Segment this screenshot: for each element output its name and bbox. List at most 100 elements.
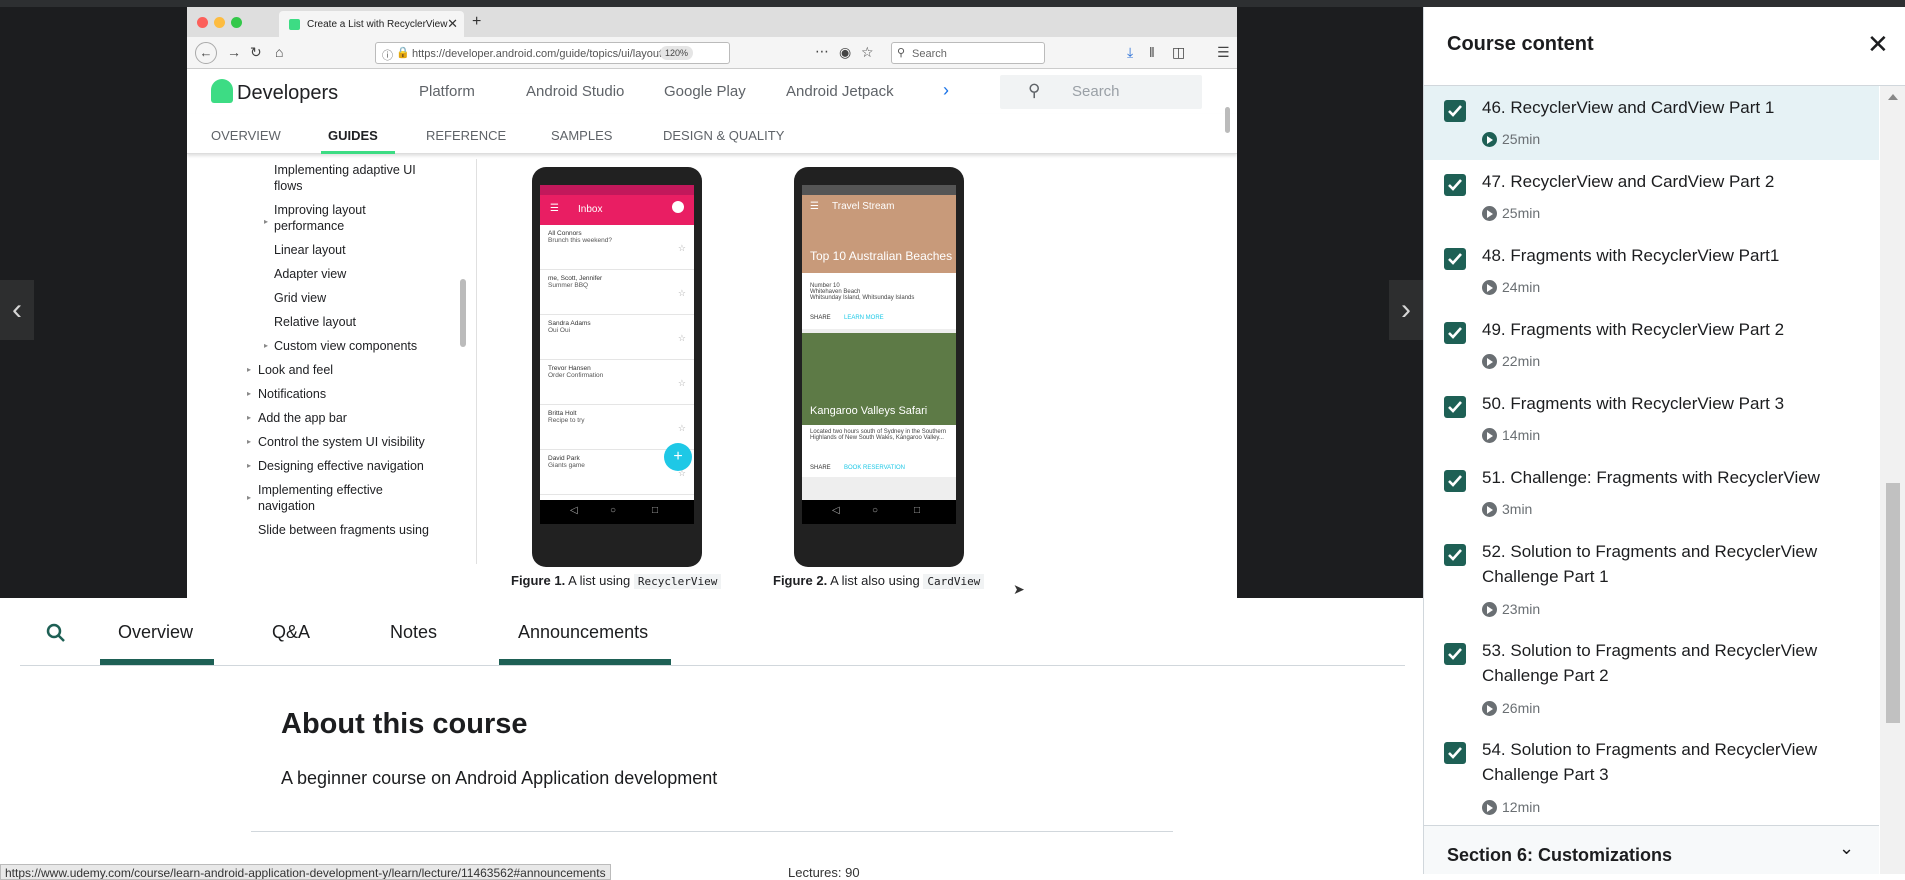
figure-2-label: Figure 2. bbox=[773, 573, 828, 588]
android-favicon-icon bbox=[289, 19, 300, 30]
inbox-sender: All Connors bbox=[548, 230, 582, 237]
dev-tab-guides: GUIDES bbox=[328, 128, 378, 143]
lesson-duration-text: 25min bbox=[1502, 131, 1541, 147]
library-icon: ‖ bbox=[1149, 44, 1155, 60]
dev-search-placeholder: Search bbox=[1072, 83, 1120, 100]
dev-side-item: Improving layout performance bbox=[274, 203, 366, 233]
url-bar: ⓘ 🔒 https://developer.android.com/guide/… bbox=[375, 42, 730, 64]
dev-tab-active-underline bbox=[321, 151, 395, 154]
browser-toolbar: ← → ↻ ⌂ ⓘ 🔒 https://developer.android.co… bbox=[187, 37, 1237, 69]
pocket-icon: ◉ bbox=[839, 44, 852, 60]
lesson-item[interactable]: 47. RecyclerView and CardView Part 2 25mi… bbox=[1424, 160, 1879, 234]
completed-checkbox[interactable] bbox=[1444, 470, 1466, 492]
inbox-sender: me, Scott, Jennifer bbox=[548, 275, 603, 282]
completed-checkbox[interactable] bbox=[1444, 174, 1466, 196]
expand-caret-icon: ▸ bbox=[247, 461, 252, 470]
lesson-duration: 22min bbox=[1482, 353, 1540, 369]
completed-checkbox[interactable] bbox=[1444, 248, 1466, 270]
expand-caret-icon: ▸ bbox=[247, 365, 252, 374]
completed-checkbox[interactable] bbox=[1444, 100, 1466, 122]
tab-overview[interactable]: Overview bbox=[118, 622, 193, 643]
about-title: About this course bbox=[281, 708, 528, 740]
lesson-title: 51. Challenge: Fragments with RecyclerVi… bbox=[1482, 468, 1820, 487]
top-strip bbox=[0, 0, 1905, 7]
inbox-subject: Recipe to try bbox=[548, 417, 585, 424]
inbox-row: Britta Holt Recipe to try ☆ bbox=[540, 405, 694, 450]
inbox-subject: Order Confirmation bbox=[548, 372, 604, 379]
search-icon[interactable] bbox=[46, 623, 66, 648]
forward-icon: → bbox=[227, 44, 241, 60]
zoom-badge: 120% bbox=[660, 46, 694, 60]
completed-checkbox[interactable] bbox=[1444, 742, 1466, 764]
lesson-duration: 25min bbox=[1482, 131, 1540, 147]
previous-lecture-button[interactable]: ‹ bbox=[0, 280, 34, 340]
tab-qa[interactable]: Q&A bbox=[272, 622, 310, 643]
star-icon: ☆ bbox=[677, 378, 686, 388]
expand-caret-icon: ▸ bbox=[247, 493, 252, 502]
lesson-item[interactable]: 53. Solution to Fragments and RecyclerVi… bbox=[1424, 629, 1879, 728]
dev-tab-reference: REFERENCE bbox=[426, 128, 507, 143]
nav-recents-icon: □ bbox=[914, 505, 921, 516]
dev-side-item: Designing effective navigation bbox=[258, 459, 424, 473]
close-window-dot bbox=[197, 17, 208, 28]
nav-recents-icon: □ bbox=[652, 505, 659, 516]
scrollbar-thumb[interactable] bbox=[1886, 483, 1900, 723]
card1-share-action: SHARE bbox=[810, 315, 831, 321]
section-header[interactable]: Section 6: Customizations ⌄ bbox=[1424, 825, 1879, 874]
browser-tab-strip: Create a List with RecyclerView ✕ + bbox=[187, 7, 1237, 37]
dev-nav-android-jetpack: Android Jetpack bbox=[786, 83, 894, 100]
course-tabs: Overview Q&A Notes Announcements bbox=[20, 598, 1405, 666]
completed-checkbox[interactable] bbox=[1444, 396, 1466, 418]
video-player[interactable]: ‹ › Create a List with RecyclerView ✕ + … bbox=[0, 7, 1423, 598]
lesson-item[interactable]: 46. RecyclerView and CardView Part 1 25mi… bbox=[1424, 86, 1879, 160]
close-icon[interactable]: ✕ bbox=[1867, 31, 1889, 57]
tab-announcements[interactable]: Announcements bbox=[518, 622, 648, 643]
dev-nav-google-play: Google Play bbox=[664, 83, 746, 100]
lesson-item[interactable]: 49. Fragments with RecyclerView Part 2 22… bbox=[1424, 308, 1879, 382]
lesson-duration-text: 22min bbox=[1502, 353, 1541, 369]
lesson-duration-text: 25min bbox=[1502, 205, 1541, 221]
dev-side-item: Adapter view bbox=[274, 267, 347, 281]
lesson-item[interactable]: 48. Fragments with RecyclerView Part1 24m… bbox=[1424, 234, 1879, 308]
info-icon: ⓘ bbox=[382, 50, 393, 62]
status-bar-url: https://www.udemy.com/course/learn-andro… bbox=[0, 864, 611, 880]
travel-card-1-body: Number 10 Whitehaven Beach Whitsunday Is… bbox=[802, 273, 956, 329]
travel-screen: Travel Stream ☰ Top 10 Australian Beache… bbox=[802, 185, 956, 500]
back-icon: ← bbox=[195, 42, 217, 64]
star-icon: ☆ bbox=[677, 333, 686, 343]
star-icon: ☆ bbox=[677, 243, 686, 253]
travel-card-1-image: Travel Stream ☰ Top 10 Australian Beache… bbox=[802, 195, 956, 273]
hamburger-menu-icon: ☰ bbox=[1217, 44, 1230, 60]
lesson-title: 53. Solution to Fragments and RecyclerVi… bbox=[1482, 641, 1818, 685]
dev-side-item: Grid view bbox=[274, 291, 327, 305]
completed-checkbox[interactable] bbox=[1444, 322, 1466, 344]
dev-page-scrollbar bbox=[1225, 107, 1230, 133]
inbox-sender: Sandra Adams bbox=[548, 320, 591, 327]
lesson-item[interactable]: 52. Solution to Fragments and RecyclerVi… bbox=[1424, 530, 1879, 629]
dev-tab-design-quality: DESIGN & QUALITY bbox=[663, 128, 785, 143]
dev-side-item: Notifications bbox=[258, 387, 327, 401]
completed-checkbox[interactable] bbox=[1444, 643, 1466, 665]
figure-1-label: Figure 1. bbox=[511, 573, 566, 588]
lesson-duration: 26min bbox=[1482, 700, 1540, 716]
inbox-row: Trevor Hansen Order Confirmation ☆ bbox=[540, 360, 694, 405]
figure-1-caption: Figure 1. A list using RecyclerView bbox=[511, 573, 722, 589]
dev-side-item: Implementing effective navigation bbox=[258, 483, 383, 513]
lesson-item[interactable]: 50. Fragments with RecyclerView Part 3 14… bbox=[1424, 382, 1879, 456]
next-lecture-button[interactable]: › bbox=[1389, 280, 1423, 340]
tab-notes[interactable]: Notes bbox=[390, 622, 437, 643]
figure-2-code: CardView bbox=[923, 574, 985, 589]
panel-scrollbar[interactable] bbox=[1880, 86, 1905, 874]
lesson-item[interactable]: 51. Challenge: Fragments with RecyclerVi… bbox=[1424, 456, 1879, 530]
dev-search-box: ⚲ Search bbox=[1000, 75, 1202, 109]
minimize-window-dot bbox=[214, 17, 225, 28]
play-circle-icon bbox=[1482, 206, 1497, 221]
completed-checkbox[interactable] bbox=[1444, 544, 1466, 566]
android-robot-icon bbox=[211, 79, 233, 103]
dev-sidebar-scrollbar bbox=[460, 279, 466, 347]
nav-back-icon: ◁ bbox=[832, 505, 840, 516]
dev-side-item: Relative layout bbox=[274, 315, 356, 329]
android-nav-bar: ◁ ○ □ bbox=[540, 500, 694, 524]
lesson-item[interactable]: 54. Solution to Fragments and RecyclerVi… bbox=[1424, 728, 1879, 825]
home-icon: ⌂ bbox=[275, 44, 284, 60]
